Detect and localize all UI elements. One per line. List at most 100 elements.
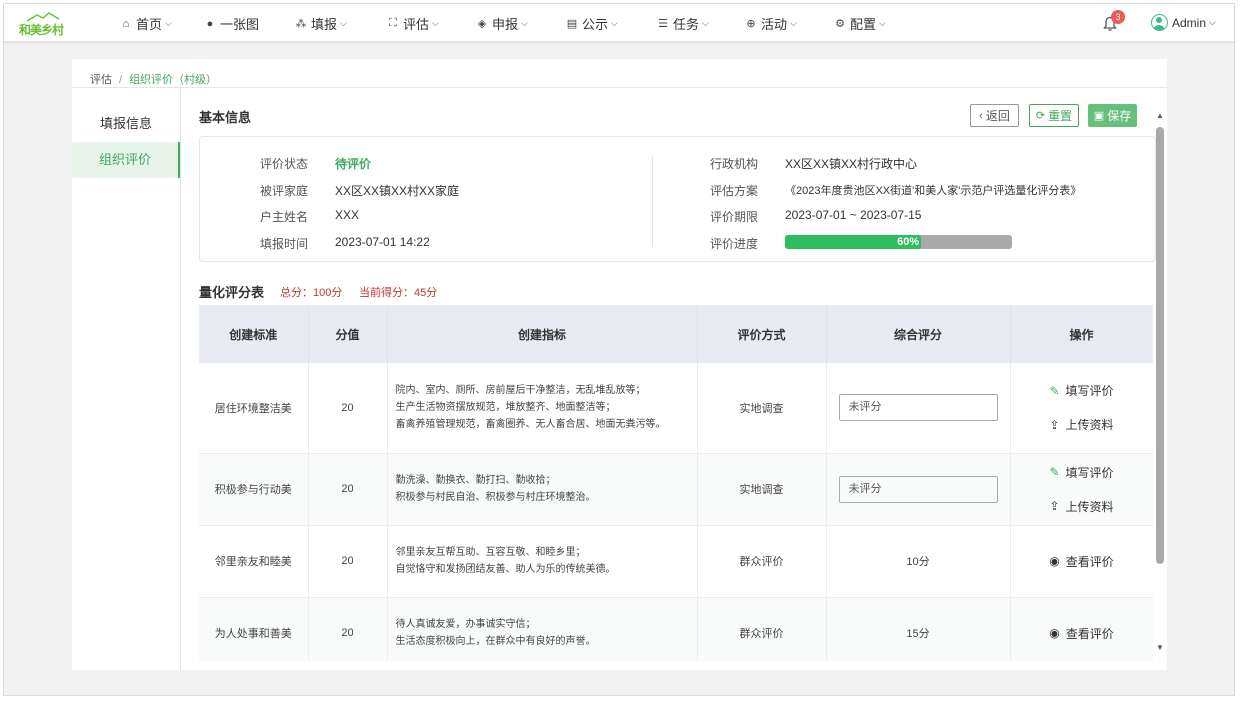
score-cell: 20 xyxy=(308,597,388,661)
chevron-down-icon: ⌵ xyxy=(702,18,709,28)
info-label: 填报时间 xyxy=(260,237,309,251)
upload-icon: ⇪ xyxy=(1049,417,1060,432)
scroll-down-icon[interactable]: ▼ xyxy=(1156,643,1164,652)
nav-declare[interactable]: ◈ 申报 ⌵ xyxy=(475,14,528,33)
nav-map[interactable]: ● 一张图 xyxy=(203,14,259,33)
reset-button[interactable]: ⟳ 重置 xyxy=(1029,104,1079,127)
info-value: XX区XX镇XX村行政中心 xyxy=(785,157,918,171)
vertical-scrollbar[interactable]: ▲ ▼ xyxy=(1154,109,1165,661)
indicator-cell: 院内、室内、厕所、房前屋后干净整洁，无乱堆乱放等； 生产生活物资摆放规范，堆放整… xyxy=(387,363,698,454)
nav-publicity[interactable]: ▤ 公示 ⌵ xyxy=(565,14,618,33)
progress-bar: 60% xyxy=(785,235,1012,249)
breadcrumb-current: 组织评价（村级） xyxy=(129,74,218,86)
write-evaluation-link[interactable]: ✎ 填写评价 xyxy=(1011,464,1153,481)
divider xyxy=(72,87,1167,88)
chevron-down-icon: ⌵ xyxy=(879,18,886,28)
evaluation-cell: 未评分 xyxy=(826,363,1011,454)
method-cell: 实地调查 xyxy=(697,453,827,526)
user-menu[interactable]: Admin ⌵ xyxy=(1151,14,1216,31)
current-score: 当前得分：45分 xyxy=(359,287,438,299)
info-row-family: 被评家庭 XX区XX镇XX村XX家庭 xyxy=(260,182,459,199)
evaluation-cell: 未评分 xyxy=(826,453,1011,526)
write-evaluation-label: 填写评价 xyxy=(1065,465,1114,480)
view-evaluation-link[interactable]: ◉ 查看评价 xyxy=(1011,553,1153,570)
info-label: 户主姓名 xyxy=(260,210,309,224)
view-evaluation-link[interactable]: ◉ 查看评价 xyxy=(1011,625,1153,642)
nav-activity-label: 活动 xyxy=(761,17,788,32)
breadcrumb-parent[interactable]: 评估 xyxy=(90,74,112,86)
standard-cell: 邻里亲友和睦美 xyxy=(199,525,309,598)
total-score: 总分：100分 xyxy=(280,287,343,299)
score-cell: 20 xyxy=(308,525,388,598)
nav-tasks[interactable]: ☰ 任务 ⌵ xyxy=(656,14,709,33)
upload-material-link[interactable]: ⇪ 上传资料 xyxy=(1011,498,1153,515)
save-button-label: 保存 xyxy=(1107,109,1132,123)
save-button[interactable]: ▣ 保存 xyxy=(1088,104,1137,127)
indicator-line: 自觉恪守和发扬团结友善、助人为乐的传统美德。 xyxy=(395,564,616,575)
nav-config[interactable]: ⚙ 配置 ⌵ xyxy=(833,14,886,33)
indicator-cell: 勤洗澡、勤换衣、勤打扫、勤收拾； 积极参与村民自治、积极参与村庄环境整治。 xyxy=(387,453,698,526)
table-row: 积极参与行动美 20 勤洗澡、勤换衣、勤打扫、勤收拾； 积极参与村民自治、积极参… xyxy=(199,453,1153,526)
nav-fill[interactable]: ⁂ 填报 ⌵ xyxy=(294,14,347,33)
indicator-line: 待人真诚友爱，办事诚实守信； xyxy=(395,619,536,630)
indicator-line: 积极参与村民自治、积极参与村庄环境整治。 xyxy=(395,492,596,503)
pencil-icon: ✎ xyxy=(1049,465,1060,479)
column-header: 分值 xyxy=(308,305,388,363)
indicator-line: 邻里亲友互帮互助、互容互敬、和睦乡里； xyxy=(395,547,586,558)
nav-evaluate[interactable]: ⛶ 评估 ⌵ xyxy=(386,14,439,33)
floppy-icon: ▣ xyxy=(1093,110,1105,122)
breadcrumb: 评估 / 组织评价（村级） xyxy=(90,71,217,87)
method-cell: 群众评价 xyxy=(697,597,827,661)
back-button[interactable]: ‹ 返回 xyxy=(970,104,1019,127)
indicator-cell: 待人真诚友爱，办事诚实守信； 生活态度积极向上，在群众中有良好的声誉。 xyxy=(387,597,698,661)
brand-logo[interactable]: 和美乡村 xyxy=(19,12,69,38)
lifebuoy-icon: ⊕ xyxy=(746,18,756,30)
info-row-status: 评价状态 待评价 xyxy=(260,155,371,172)
indicator-line: 畜禽养殖管理规范，畜禽圈养、无人畜合居、地面无粪污等。 xyxy=(395,419,666,431)
write-evaluation-link[interactable]: ✎ 填写评价 xyxy=(1011,382,1153,399)
evaluation-input[interactable]: 未评分 xyxy=(838,475,998,503)
info-label: 评价期限 xyxy=(710,210,759,224)
info-value: 《2023年度贵池区XX街道'和美人家'示范户评选量化评分表》 xyxy=(785,185,1082,197)
method-cell: 群众评价 xyxy=(697,525,827,598)
info-value: XX区XX镇XX村XX家庭 xyxy=(335,184,460,198)
nav-publicity-label: 公示 xyxy=(582,17,609,32)
view-evaluation-label: 查看评价 xyxy=(1065,554,1114,569)
score-cell: 20 xyxy=(308,363,388,454)
side-menu: 填报信息 组织评价 xyxy=(72,88,181,670)
chevron-down-icon: ⌵ xyxy=(432,18,439,28)
user-name: Admin xyxy=(1172,15,1207,30)
info-label: 评价进度 xyxy=(710,237,759,251)
info-row-fill-time: 填报时间 2023-07-01 14:22 xyxy=(260,235,430,252)
nav-map-label: 一张图 xyxy=(220,17,260,32)
basic-info-title: 基本信息 xyxy=(199,110,252,125)
nav-activity[interactable]: ⊕ 活动 ⌵ xyxy=(744,14,797,33)
scan-icon: ⛶ xyxy=(389,17,397,29)
eye-icon: ◉ xyxy=(1049,554,1060,568)
nav-tasks-label: 任务 xyxy=(673,17,700,32)
divider xyxy=(652,157,653,247)
indicator-cell: 邻里亲友互帮互助、互容互敬、和睦乡里； 自觉恪守和发扬团结友善、助人为乐的传统美… xyxy=(387,525,698,598)
standard-cell: 居住环境整洁美 xyxy=(199,363,309,454)
scroll-up-icon[interactable]: ▲ xyxy=(1156,111,1164,120)
nav-home[interactable]: ⌂ 首页 ⌵ xyxy=(119,14,172,33)
evaluation-value: 10分 xyxy=(826,525,1011,598)
table-row: 居住环境整洁美 20 院内、室内、厕所、房前屋后干净整洁，无乱堆乱放等； 生产生… xyxy=(199,363,1153,454)
scrollbar-thumb[interactable] xyxy=(1156,127,1164,564)
evaluation-input[interactable]: 未评分 xyxy=(838,394,998,422)
indicator-line: 院内、室内、厕所、房前屋后干净整洁，无乱堆乱放等； xyxy=(395,385,646,397)
action-cell: ◉ 查看评价 xyxy=(1010,597,1153,661)
write-evaluation-label: 填写评价 xyxy=(1065,384,1114,399)
nav-evaluate-label: 评估 xyxy=(403,17,430,32)
view-evaluation-label: 查看评价 xyxy=(1065,626,1114,641)
upload-material-link[interactable]: ⇪ 上传资料 xyxy=(1011,416,1153,433)
sidebar-item-fill-info[interactable]: 填报信息 xyxy=(72,106,180,142)
chevron-down-icon: ⌵ xyxy=(790,18,797,28)
basic-info-panel: 评价状态 待评价 被评家庭 XX区XX镇XX村XX家庭 户主姓名 XXX 填报时… xyxy=(199,136,1156,262)
home-icon: ⌂ xyxy=(122,17,130,30)
info-label: 被评家庭 xyxy=(260,184,309,198)
upload-icon: ⇪ xyxy=(1049,499,1060,513)
sidebar-item-org-evaluation[interactable]: 组织评价 xyxy=(72,142,180,178)
info-row-period: 评价期限 2023-07-01 ~ 2023-07-15 xyxy=(710,208,921,225)
content-card: 评估 / 组织评价（村级） 填报信息 组织评价 基本信息 ‹ 返回 ⟳ 重置 ▣ 保… xyxy=(72,59,1167,670)
